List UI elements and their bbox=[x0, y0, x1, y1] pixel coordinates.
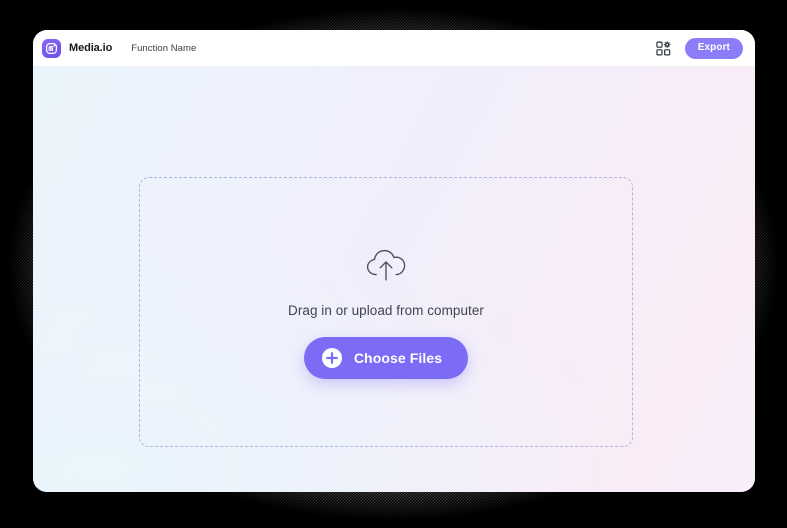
cloud-upload-icon bbox=[364, 246, 408, 303]
function-name-label: Function Name bbox=[131, 42, 197, 54]
plus-circle-icon bbox=[321, 347, 343, 369]
brand-name: Media.io bbox=[69, 42, 113, 54]
choose-files-button[interactable]: Choose Files bbox=[303, 336, 469, 379]
apps-grid-icon[interactable] bbox=[656, 40, 671, 56]
choose-files-label: Choose Files bbox=[353, 349, 443, 366]
header-actions: Export bbox=[656, 37, 743, 59]
file-dropzone[interactable]: Drag in or upload from computer Choose F… bbox=[139, 177, 633, 447]
editor-stage: Drag in or upload from computer Choose F… bbox=[33, 66, 755, 492]
screenshot-frame: Media.io Function Name Export Drag in or… bbox=[0, 0, 787, 528]
brand: Media.io Function Name bbox=[42, 38, 197, 58]
app-header: Media.io Function Name Export bbox=[33, 30, 755, 66]
media-io-logo-icon bbox=[42, 38, 61, 58]
export-button[interactable]: Export bbox=[684, 37, 743, 59]
dropzone-hint-text: Drag in or upload from computer bbox=[288, 302, 484, 318]
app-window: Media.io Function Name Export Drag in or… bbox=[33, 30, 755, 492]
